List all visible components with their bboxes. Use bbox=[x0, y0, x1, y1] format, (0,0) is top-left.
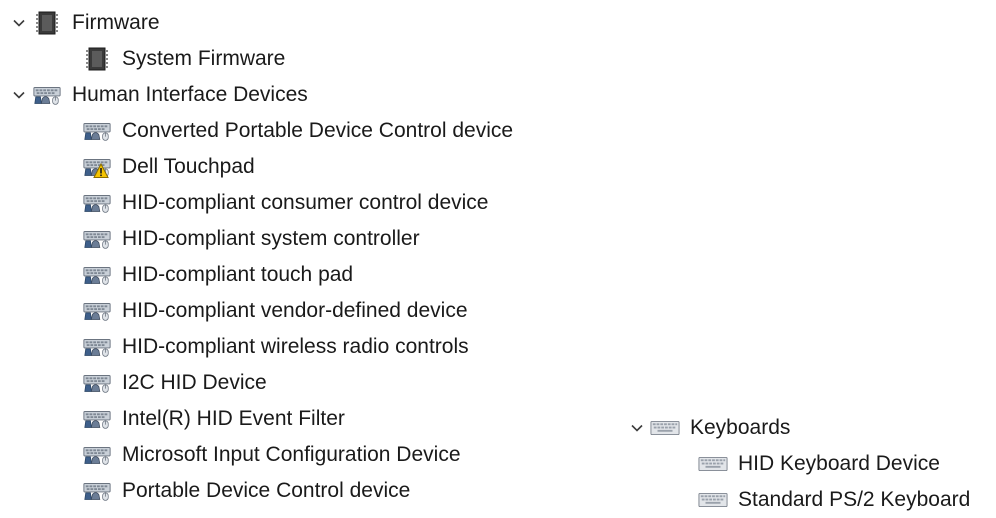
hid-icon bbox=[82, 263, 112, 287]
chip-icon bbox=[82, 47, 112, 71]
hid-icon bbox=[82, 299, 112, 323]
device-label: HID-compliant vendor-defined device bbox=[122, 299, 468, 322]
tree-node-system-firmware[interactable]: System Firmware bbox=[82, 41, 285, 77]
tree-node-device[interactable]: HID-compliant wireless radio controls bbox=[82, 329, 469, 365]
keyboard-icon bbox=[698, 488, 728, 512]
device-label: Portable Device Control device bbox=[122, 479, 411, 502]
device-label: HID-compliant touch pad bbox=[122, 263, 354, 286]
tree-node-device[interactable]: Portable Device Control device bbox=[82, 473, 410, 509]
device-label: HID-compliant system controller bbox=[122, 227, 420, 250]
hid-icon bbox=[82, 479, 112, 503]
device-label: Intel(R) HID Event Filter bbox=[122, 407, 345, 430]
hid-icon bbox=[82, 119, 112, 143]
tree-node-device[interactable]: Intel(R) HID Event Filter bbox=[82, 401, 345, 437]
tree-node-device[interactable]: HID Keyboard Device bbox=[698, 446, 940, 482]
hid-icon bbox=[82, 407, 112, 431]
chip-icon bbox=[32, 11, 62, 35]
tree-node-firmware[interactable]: Firmware bbox=[6, 5, 160, 41]
tree-node-device[interactable]: HID-compliant vendor-defined device bbox=[82, 293, 468, 329]
tree-node-human-interface-devices[interactable]: Human Interface Devices bbox=[6, 77, 308, 113]
device-label: HID-compliant wireless radio controls bbox=[122, 335, 469, 358]
hid-icon bbox=[32, 83, 62, 107]
device-label: HID Keyboard Device bbox=[738, 452, 940, 475]
tree-node-device[interactable]: Converted Portable Device Control device bbox=[82, 113, 513, 149]
tree-node-device[interactable]: Microsoft Input Configuration Device bbox=[82, 437, 461, 473]
device-label: Microsoft Input Configuration Device bbox=[122, 443, 461, 466]
keyboard-icon bbox=[698, 452, 728, 476]
chevron-down-icon[interactable] bbox=[624, 410, 650, 446]
category-label: Human Interface Devices bbox=[72, 83, 308, 106]
tree-node-device[interactable]: Standard PS/2 Keyboard bbox=[698, 482, 970, 518]
tree-node-keyboards[interactable]: Keyboards bbox=[624, 410, 790, 446]
hid-icon bbox=[82, 227, 112, 251]
tree-node-device[interactable]: Dell Touchpad bbox=[82, 149, 255, 185]
chevron-down-icon[interactable] bbox=[6, 5, 32, 41]
device-label: Converted Portable Device Control device bbox=[122, 119, 514, 142]
device-label: Dell Touchpad bbox=[122, 155, 255, 178]
category-label: Keyboards bbox=[690, 416, 791, 439]
hid-warning-icon bbox=[82, 155, 112, 179]
hid-icon bbox=[82, 443, 112, 467]
hid-icon bbox=[82, 191, 112, 215]
chevron-down-icon[interactable] bbox=[6, 77, 32, 113]
keyboard-icon bbox=[650, 416, 680, 440]
tree-node-device[interactable]: I2C HID Device bbox=[82, 365, 267, 401]
category-label: Firmware bbox=[72, 11, 160, 34]
device-label: Standard PS/2 Keyboard bbox=[738, 488, 971, 511]
device-label: System Firmware bbox=[122, 47, 286, 70]
device-label: I2C HID Device bbox=[122, 371, 267, 394]
hid-icon bbox=[82, 335, 112, 359]
device-label: HID-compliant consumer control device bbox=[122, 191, 489, 214]
hid-icon bbox=[82, 371, 112, 395]
tree-node-device[interactable]: HID-compliant touch pad bbox=[82, 257, 353, 293]
tree-node-device[interactable]: HID-compliant consumer control device bbox=[82, 185, 488, 221]
tree-node-device[interactable]: HID-compliant system controller bbox=[82, 221, 420, 257]
